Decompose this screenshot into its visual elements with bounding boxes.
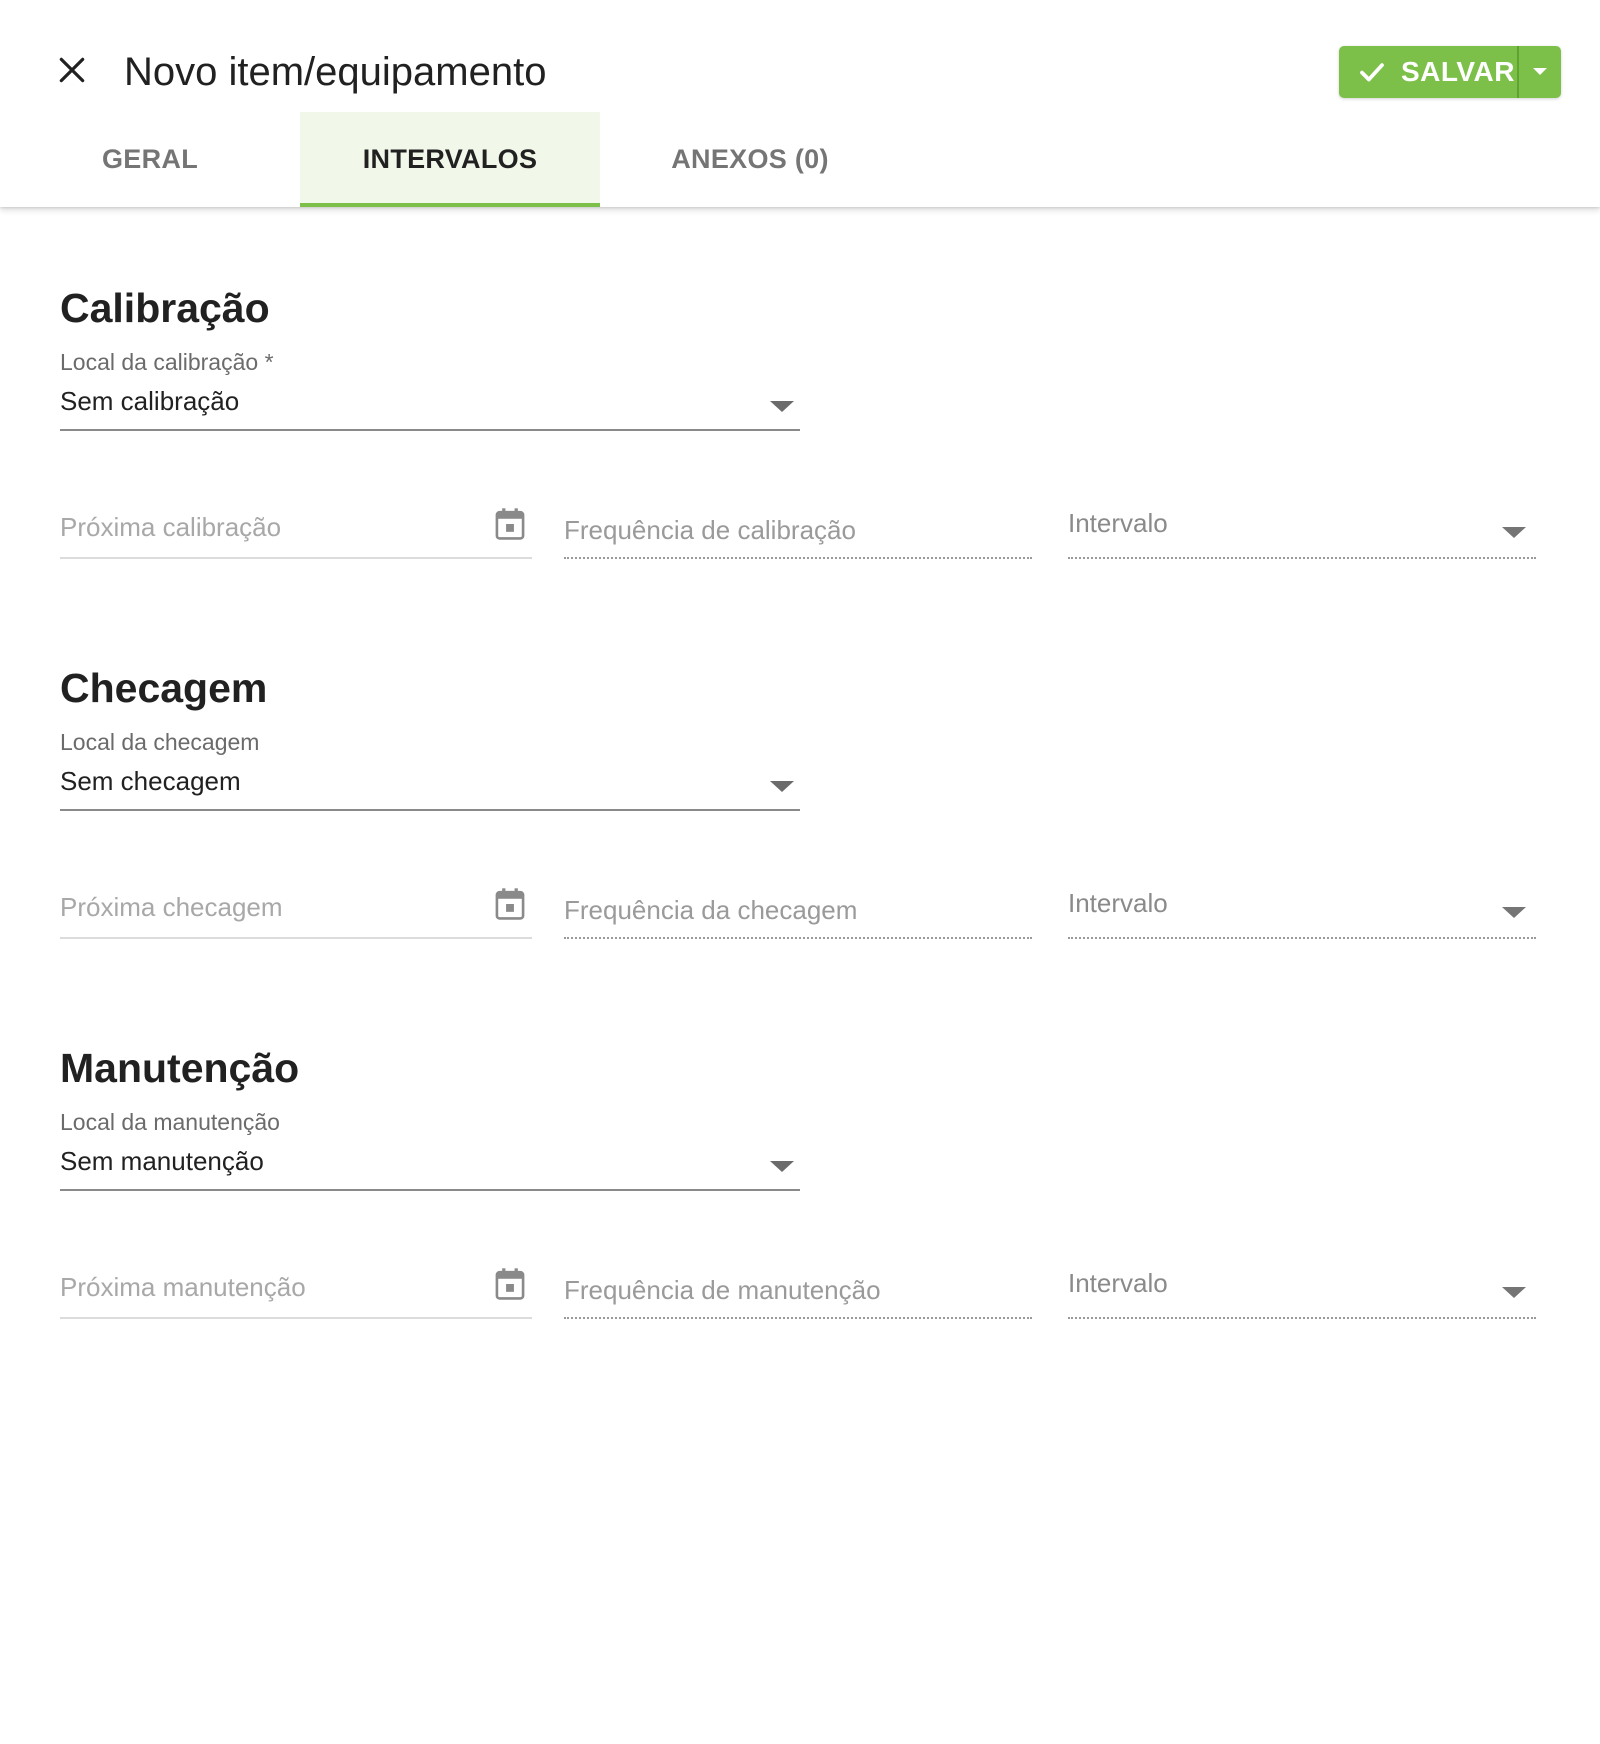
calendar-icon[interactable] <box>494 887 526 921</box>
proxima-checagem-field[interactable]: Próxima checagem <box>60 887 532 939</box>
intervalo-manutencao-select[interactable]: Intervalo <box>1068 1268 1536 1319</box>
tab-geral[interactable]: GERAL <box>0 112 300 207</box>
section-calibracao: Calibração Local da calibração * Sem cal… <box>60 283 1540 583</box>
section-title: Calibração <box>60 285 270 331</box>
dialog-header: Novo item/equipamento SALVAR GERAL INTER… <box>0 0 1600 207</box>
chevron-down-icon <box>770 781 794 792</box>
save-button-group: SALVAR <box>1339 46 1561 98</box>
dialog-title: Novo item/equipamento <box>124 50 547 94</box>
intervalo-placeholder: Intervalo <box>1068 508 1168 538</box>
save-button-label: SALVAR <box>1401 56 1515 87</box>
chevron-down-icon <box>1533 68 1547 75</box>
frequencia-calibracao-placeholder: Frequência de calibração <box>564 515 856 545</box>
chevron-down-icon <box>1502 527 1526 538</box>
save-options-button[interactable] <box>1519 46 1561 98</box>
save-button[interactable]: SALVAR <box>1339 46 1519 98</box>
check-icon <box>1357 57 1387 87</box>
frequencia-calibracao-field[interactable]: Frequência de calibração <box>564 509 1032 559</box>
tab-anexos[interactable]: ANEXOS (0) <box>600 112 900 207</box>
tab-intervalos[interactable]: INTERVALOS <box>300 112 600 207</box>
proxima-checagem-placeholder: Próxima checagem <box>60 892 283 922</box>
close-icon <box>59 57 85 83</box>
section-title: Manutenção <box>60 1045 300 1091</box>
calendar-icon[interactable] <box>494 507 526 541</box>
chevron-down-icon <box>770 1161 794 1172</box>
section-checagem: Checagem Local da checagem Sem checagem … <box>60 663 1540 963</box>
close-button[interactable] <box>50 48 94 92</box>
frequencia-manutencao-field[interactable]: Frequência de manutenção <box>564 1269 1032 1319</box>
calendar-icon[interactable] <box>494 1267 526 1301</box>
local-calibracao-value: Sem calibração <box>60 386 240 416</box>
local-calibracao-select[interactable]: Sem calibração <box>60 383 800 431</box>
local-label: Local da manutenção <box>60 1109 280 1135</box>
intervalo-checagem-select[interactable]: Intervalo <box>1068 888 1536 939</box>
local-checagem-select[interactable]: Sem checagem <box>60 763 800 811</box>
section-manutencao: Manutenção Local da manutenção Sem manut… <box>60 1043 1540 1343</box>
proxima-manutencao-placeholder: Próxima manutenção <box>60 1272 306 1302</box>
intervalo-placeholder: Intervalo <box>1068 1268 1168 1298</box>
local-label: Local da calibração * <box>60 349 274 375</box>
tab-bar: GERAL INTERVALOS ANEXOS (0) <box>0 112 900 207</box>
local-manutencao-select[interactable]: Sem manutenção <box>60 1143 800 1191</box>
chevron-down-icon <box>1502 1287 1526 1298</box>
chevron-down-icon <box>1502 907 1526 918</box>
frequencia-checagem-placeholder: Frequência da checagem <box>564 895 858 925</box>
chevron-down-icon <box>770 401 794 412</box>
intervalo-placeholder: Intervalo <box>1068 888 1168 918</box>
section-title: Checagem <box>60 665 268 711</box>
proxima-calibracao-field[interactable]: Próxima calibração <box>60 507 532 559</box>
proxima-calibracao-placeholder: Próxima calibração <box>60 512 282 542</box>
local-manutencao-value: Sem manutenção <box>60 1146 264 1176</box>
frequencia-manutencao-placeholder: Frequência de manutenção <box>564 1275 881 1305</box>
local-label: Local da checagem <box>60 729 260 755</box>
intervalo-calibracao-select[interactable]: Intervalo <box>1068 508 1536 559</box>
local-checagem-value: Sem checagem <box>60 766 241 796</box>
proxima-manutencao-field[interactable]: Próxima manutenção <box>60 1267 532 1319</box>
frequencia-checagem-field[interactable]: Frequência da checagem <box>564 889 1032 939</box>
item-dialog: Novo item/equipamento SALVAR GERAL INTER… <box>0 0 1600 1744</box>
